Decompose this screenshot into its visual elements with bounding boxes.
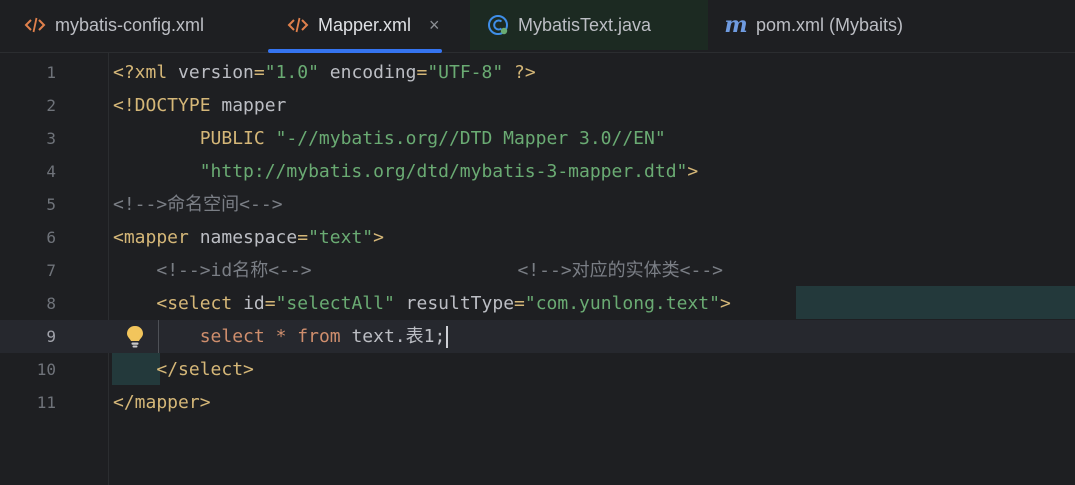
token-str: "1.0": [264, 62, 319, 83]
token-tag: >: [687, 161, 699, 182]
editor-tab-bar: mybatis-config.xml Mapper.xml × MybatisT…: [0, 0, 1075, 53]
tab-mapper-xml[interactable]: Mapper.xml ×: [268, 0, 442, 53]
token-tag: <select: [156, 293, 244, 314]
token-tag: <?xml: [113, 62, 179, 83]
token-tag: =: [514, 293, 525, 314]
code-line[interactable]: 3 PUBLIC "-//mybatis.org//DTD Mapper 3.0…: [0, 122, 1075, 155]
token-tag: =: [416, 62, 428, 83]
token-kw: select: [199, 326, 265, 347]
line-number: 11: [36, 393, 56, 412]
code-text: </select>: [113, 353, 254, 386]
token-attr: namespace: [199, 227, 298, 248]
token-attr: resultType: [405, 293, 515, 314]
code-line[interactable]: 5 <!-->命名空间<-->: [0, 188, 1075, 221]
token-plain: text.表1;: [340, 326, 446, 347]
token-str: "-//mybatis.org//DTD Mapper 3.0//EN": [275, 128, 666, 149]
token-tag: PUBLIC: [199, 128, 276, 149]
close-tab-button[interactable]: ×: [429, 15, 440, 36]
code-line[interactable]: 10 </select>: [0, 353, 1075, 386]
token-str: "selectAll": [275, 293, 395, 314]
line-number: 10: [36, 360, 56, 379]
line-number: 7: [46, 261, 56, 280]
tab-mybatis-config[interactable]: mybatis-config.xml: [24, 0, 204, 50]
code-text: <mapper namespace="text">: [113, 221, 384, 254]
code-text: <?xml version="1.0" encoding="UTF-8" ?>: [113, 56, 536, 89]
token-tag: >: [719, 293, 731, 314]
token-attr: version: [178, 62, 254, 83]
line-number: 2: [46, 96, 56, 115]
code-line[interactable]: 9 select * from text.表1;: [0, 320, 1075, 353]
code-line[interactable]: 6 <mapper namespace="text">: [0, 221, 1075, 254]
code-line[interactable]: 2 <!DOCTYPE mapper: [0, 89, 1075, 122]
tab-pom-xml[interactable]: m pom.xml (Mybaits): [724, 0, 904, 50]
java-class-icon: [487, 14, 509, 36]
code-line[interactable]: 1 <?xml version="1.0" encoding="UTF-8" ?>: [0, 56, 1075, 89]
code-text: select * from text.表1;: [113, 320, 449, 353]
maven-icon: m: [724, 12, 748, 38]
token-kw: *: [275, 326, 287, 347]
token-tag: </select>: [156, 359, 254, 380]
line-number: 9: [46, 327, 56, 346]
tab-label: mybatis-config.xml: [55, 14, 205, 35]
code-line[interactable]: 8 <select id="selectAll" resultType="com…: [0, 287, 1075, 320]
line-number: 3: [46, 129, 56, 148]
code-text: <!DOCTYPE mapper: [113, 89, 286, 122]
token-attr: id: [243, 293, 265, 314]
tab-label: Mapper.xml: [318, 14, 412, 35]
token-tag: =: [264, 293, 276, 314]
token-str: "com.yunlong.text": [524, 293, 720, 314]
token-str: "http://mybatis.org/dtd/mybatis-3-mapper…: [199, 161, 688, 182]
code-line[interactable]: 7 <!-->id名称<--> <!-->对应的实体类<-->: [0, 254, 1075, 287]
code-text: <select id="selectAll" resultType="com.y…: [113, 287, 731, 320]
code-editor[interactable]: 1 <?xml version="1.0" encoding="UTF-8" ?>…: [0, 53, 1075, 485]
token-cmt: <!-->命名空间<-->: [113, 194, 283, 215]
line-number: 4: [46, 162, 56, 181]
tab-label: MybatisText.java: [518, 14, 652, 35]
token-tag: ?>: [503, 62, 536, 83]
token-str: "UTF-8": [427, 62, 504, 83]
token-attr: encoding: [329, 62, 417, 83]
token-tag: </mapper>: [113, 392, 211, 413]
code-text: "http://mybatis.org/dtd/mybatis-3-mapper…: [113, 155, 699, 188]
token-plain: mapper: [221, 95, 287, 116]
code-line[interactable]: 11 </mapper>: [0, 386, 1075, 419]
xml-tag-icon: [24, 14, 46, 36]
line-number: 5: [46, 195, 56, 214]
code-text: PUBLIC "-//mybatis.org//DTD Mapper 3.0//…: [113, 122, 666, 155]
xml-tag-icon: [287, 14, 309, 36]
token-tag: =: [253, 62, 265, 83]
code-text: <!-->id名称<--> <!-->对应的实体类<-->: [113, 254, 723, 287]
code-line[interactable]: 4 "http://mybatis.org/dtd/mybatis-3-mapp…: [0, 155, 1075, 188]
line-number: 8: [46, 294, 56, 313]
text-caret: [446, 326, 449, 348]
token-cmt: <!-->id名称<--> <!-->对应的实体类<-->: [156, 260, 723, 281]
tab-mybatistext-java[interactable]: MybatisText.java: [470, 0, 708, 50]
tab-label: pom.xml (Mybaits): [756, 14, 904, 35]
token-str: "text": [308, 227, 374, 248]
token-tag: =: [297, 227, 309, 248]
token-tag: <!DOCTYPE: [113, 95, 222, 116]
code-text: <!-->命名空间<-->: [113, 188, 283, 221]
token-tag: <mapper: [113, 227, 200, 248]
line-number: 1: [46, 63, 56, 82]
line-number: 6: [46, 228, 56, 247]
token-kw: from: [297, 326, 341, 347]
token-tag: >: [373, 227, 384, 248]
code-text: </mapper>: [113, 386, 211, 419]
